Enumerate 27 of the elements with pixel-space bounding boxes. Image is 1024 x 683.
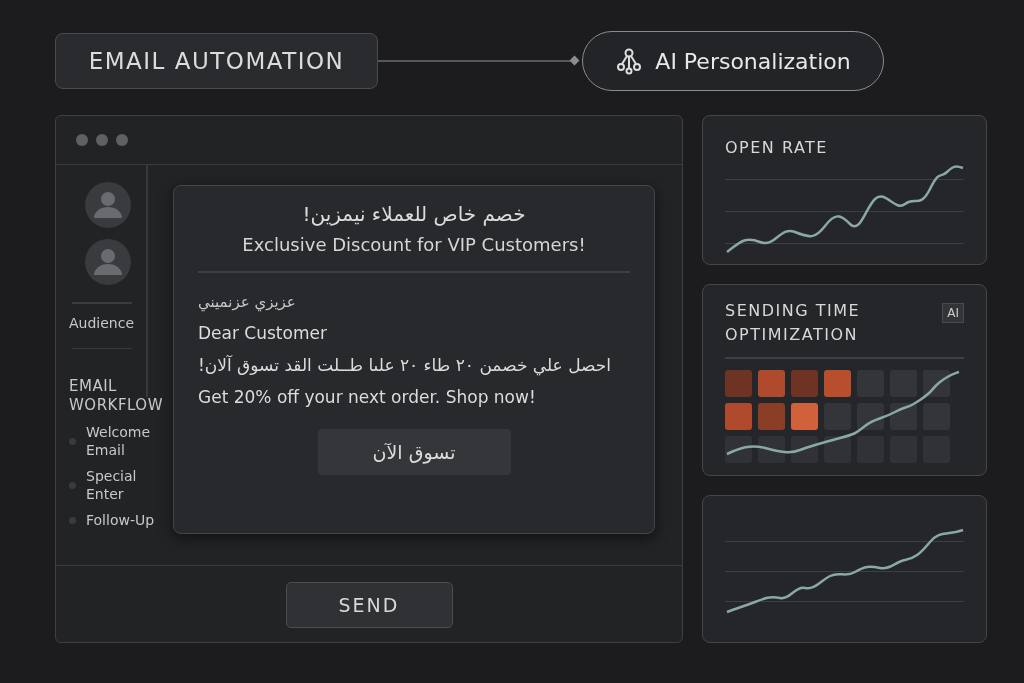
shop-now-button[interactable]: تسوق الآن bbox=[317, 428, 511, 475]
section-title: EMAIL AUTOMATION bbox=[55, 33, 378, 89]
audience-label[interactable]: Audience bbox=[69, 314, 135, 331]
greeting-arabic: عزيزي عزنميني bbox=[198, 292, 297, 311]
email-title-arabic: خصم خاص للعملاء نيمزين! bbox=[301, 202, 527, 226]
bullet-icon bbox=[69, 481, 76, 489]
offer-text-arabic: احصل علي خصمن ٢٠ طاء ٢٠ علىا طــلت القد تسوق آلان! bbox=[198, 354, 612, 375]
ai-personalization-button[interactable]: AI Personalization bbox=[582, 31, 884, 91]
workflow-step[interactable]: Welcome Email bbox=[86, 423, 158, 459]
avatar-icon bbox=[84, 182, 131, 228]
window-dot bbox=[96, 134, 108, 146]
send-button[interactable]: SEND bbox=[285, 582, 453, 628]
card-title: SENDING TIME OPTIMIZATION bbox=[725, 300, 862, 346]
offer-text: Get 20% off your next order. Shop now! bbox=[198, 386, 537, 407]
workflow-step[interactable]: Special Enter bbox=[86, 467, 158, 503]
workflow-heading: EMAIL WORKFLOW bbox=[69, 377, 164, 415]
bullet-icon bbox=[69, 516, 76, 524]
ai-badge: AI bbox=[942, 303, 964, 323]
window-dot bbox=[76, 134, 88, 146]
bullet-icon bbox=[69, 437, 76, 445]
avatar-icon bbox=[84, 239, 131, 285]
network-icon bbox=[615, 47, 644, 75]
email-title: Exclusive Discount for VIP Customers! bbox=[241, 234, 587, 255]
card-title: OPEN RATE bbox=[725, 138, 828, 157]
workflow-step[interactable]: Follow-Up bbox=[86, 511, 158, 529]
greeting: Dear Customer bbox=[198, 322, 328, 343]
window-dot bbox=[116, 134, 128, 146]
